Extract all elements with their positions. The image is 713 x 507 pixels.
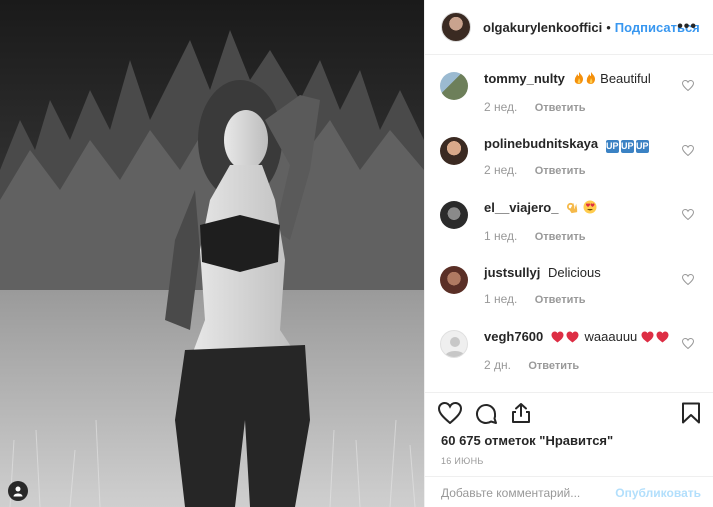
likes-count[interactable]: 60 675 отметок "Нравится" — [441, 433, 613, 448]
post-side-panel: olgakurylenkooffici • Подписаться ••• to… — [424, 0, 713, 507]
like-heart-icon[interactable] — [681, 143, 695, 161]
heart-icon[interactable] — [437, 401, 463, 429]
post-photo[interactable] — [0, 0, 424, 507]
photo-image — [0, 0, 424, 507]
like-heart-icon[interactable] — [681, 272, 695, 290]
comment-username[interactable]: polinebudnitskaya — [484, 136, 598, 151]
comment-username[interactable]: el__viajero_ — [484, 200, 558, 215]
person-tag-icon[interactable] — [8, 481, 28, 501]
commenter-avatar[interactable] — [440, 265, 468, 294]
more-options-icon[interactable]: ••• — [677, 18, 697, 36]
commenter-avatar[interactable] — [440, 330, 468, 358]
comment-text: Beautiful — [600, 71, 651, 86]
like-heart-icon[interactable] — [681, 336, 695, 354]
comment-input[interactable]: Добавьте комментарий... — [441, 486, 615, 500]
comment-username[interactable]: justsullyj — [484, 265, 540, 280]
default-avatar-icon — [445, 337, 465, 357]
bookmark-icon[interactable] — [681, 402, 701, 429]
comment-item: vegh7600 waaauuu 2 дн. Ответить — [425, 314, 713, 379]
like-heart-icon[interactable] — [681, 207, 695, 225]
comment-time[interactable]: 2 нед. — [484, 100, 517, 114]
up-emoji-icon: UP UP UP — [605, 139, 649, 153]
share-icon[interactable] — [510, 402, 532, 429]
red-heart-emoji-icon — [641, 330, 671, 348]
comment-time[interactable]: 1 нед. — [484, 292, 517, 306]
comment-time[interactable]: 2 нед. — [484, 163, 517, 177]
comment-text: waaauuu — [584, 329, 638, 344]
fire-emoji-icon — [573, 71, 597, 90]
publish-button[interactable]: Опубликовать — [615, 486, 701, 500]
comment-item: tommy_nulty Beautiful 2 нед. Ответить — [425, 56, 713, 121]
author-username[interactable]: olgakurylenkooffici — [483, 20, 602, 35]
comment-text: Delicious — [547, 264, 601, 280]
comment-time[interactable]: 1 нед. — [484, 229, 517, 243]
heart-eyes-emoji-icon — [583, 200, 597, 219]
add-comment-bar: Добавьте комментарий... Опубликовать — [425, 476, 713, 507]
reply-button[interactable]: Ответить — [535, 231, 586, 243]
comment-item: el__viajero_ 1 нед. Ответить — [425, 185, 713, 250]
comment-time[interactable]: 2 дн. — [484, 358, 511, 372]
post-date[interactable]: 16 ИЮНЬ — [441, 456, 484, 466]
comment-username[interactable]: tommy_nulty — [484, 71, 565, 86]
comment-item: justsullyj Delicious 1 нед. Ответить — [425, 250, 713, 315]
red-heart-emoji-icon — [551, 330, 581, 348]
commenter-avatar[interactable] — [440, 136, 468, 165]
ok-hand-emoji-icon — [566, 201, 579, 219]
reply-button[interactable]: Ответить — [528, 360, 579, 372]
author-avatar[interactable] — [441, 12, 471, 42]
comment-item: polinebudnitskaya UP UP UP 2 нед. Ответить — [425, 121, 713, 186]
commenter-avatar[interactable] — [440, 72, 468, 100]
comment-icon[interactable] — [474, 402, 498, 431]
comment-username[interactable]: vegh7600 — [484, 329, 543, 344]
post-actions: 60 675 отметок "Нравится" 16 ИЮНЬ Добавь… — [425, 392, 713, 507]
comments-list[interactable]: tommy_nulty Beautiful 2 нед. Ответить po… — [425, 56, 713, 391]
reply-button[interactable]: Ответить — [535, 165, 586, 177]
header-separator: • — [606, 19, 611, 35]
like-heart-icon[interactable] — [681, 78, 695, 96]
reply-button[interactable]: Ответить — [535, 102, 586, 114]
post-header: olgakurylenkooffici • Подписаться ••• — [425, 0, 713, 55]
reply-button[interactable]: Ответить — [535, 294, 586, 306]
commenter-avatar[interactable] — [440, 201, 468, 229]
